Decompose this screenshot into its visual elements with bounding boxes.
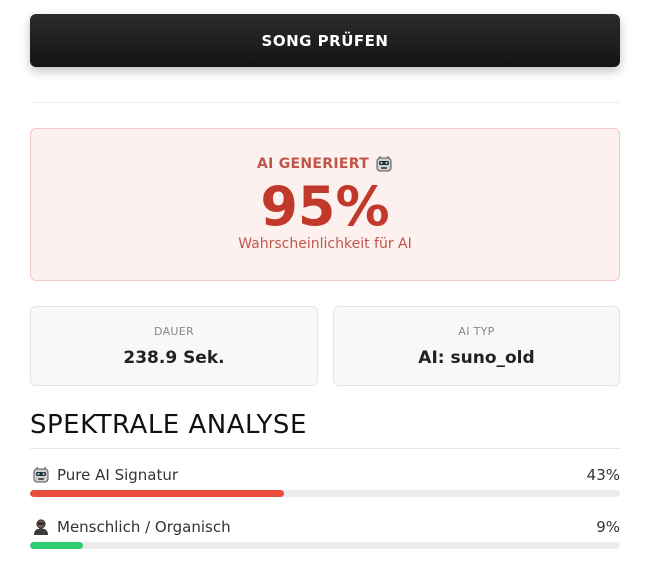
check-song-button[interactable]: SONG PRÜFEN xyxy=(30,14,620,67)
section-title: SPEKTRALE ANALYSE xyxy=(30,410,307,440)
ai-probability-caption: Wahrscheinlichkeit für AI xyxy=(238,236,412,252)
metric-head: Pure AI Signatur xyxy=(30,464,620,486)
duration-label: DAUER xyxy=(154,325,194,338)
section-divider xyxy=(30,448,620,449)
check-song-button-label: SONG PRÜFEN xyxy=(261,31,389,50)
robot-icon xyxy=(375,155,393,173)
metric-bar-fill xyxy=(30,542,84,549)
metric-label: Menschlich / Organisch xyxy=(57,518,231,536)
duration-stat: DAUER 238.9 Sek. xyxy=(30,306,318,386)
ai-result-card: AI GENERIERT 95% Wahrscheinlichkeit für … xyxy=(30,128,620,281)
ai-probability-value: 95% xyxy=(260,175,390,238)
metric-pure-ai: Pure AI Signatur 43% xyxy=(30,464,620,504)
person-icon xyxy=(32,518,50,536)
ai-result-label: AI GENERIERT xyxy=(256,156,370,172)
ai-type-stat: AI TYP AI: suno_old xyxy=(333,306,620,386)
robot-icon xyxy=(32,466,50,484)
metric-bar-track xyxy=(30,542,620,549)
app-root: SONG PRÜFEN AI GENERIERT 95% Wahrscheinl… xyxy=(0,0,648,572)
metric-human: Menschlich / Organisch 9% xyxy=(30,516,620,556)
metric-label: Pure AI Signatur xyxy=(57,466,179,484)
ai-result-label-row: AI GENERIERT xyxy=(31,155,619,173)
metric-head: Menschlich / Organisch xyxy=(30,516,620,538)
duration-value: 238.9 Sek. xyxy=(123,348,225,368)
metric-value: 43% xyxy=(586,466,620,484)
metric-bar-track xyxy=(30,490,620,497)
ai-type-label: AI TYP xyxy=(458,325,495,338)
ai-type-value: AI: suno_old xyxy=(418,348,535,368)
metric-bar-fill xyxy=(30,490,284,497)
metric-value: 9% xyxy=(596,518,620,536)
divider xyxy=(30,102,620,103)
